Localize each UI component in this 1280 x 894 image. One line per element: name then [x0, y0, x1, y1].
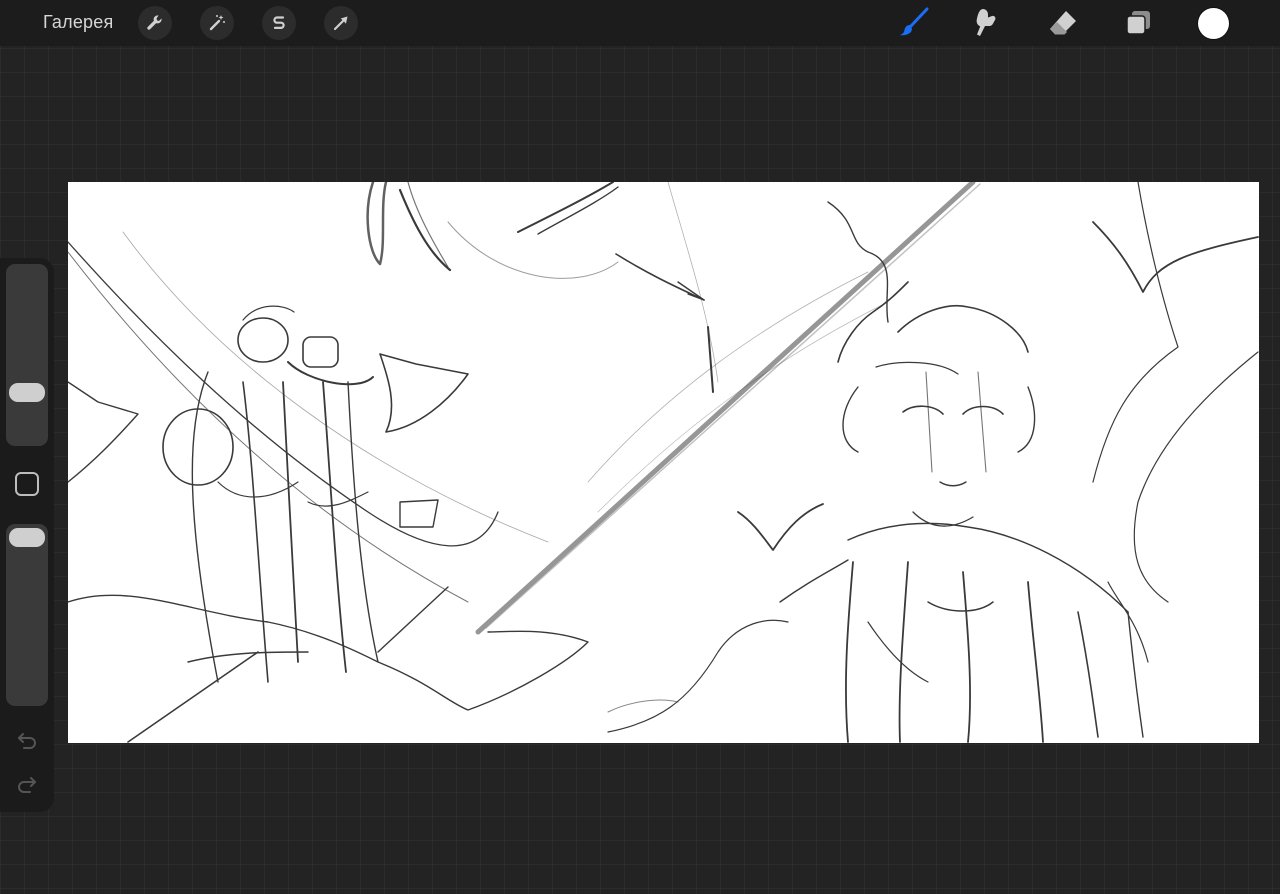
- redo-button[interactable]: [13, 770, 41, 798]
- brush-opacity-thumb[interactable]: [9, 528, 45, 547]
- selection-s-icon: [273, 16, 285, 29]
- arrow-cursor-icon: [333, 16, 348, 31]
- sketch-artwork: [68, 182, 1259, 743]
- adjustments-button[interactable]: [200, 6, 234, 40]
- modify-button[interactable]: [15, 472, 39, 496]
- actions-button[interactable]: [138, 6, 172, 40]
- redo-icon: [18, 777, 36, 793]
- gallery-button[interactable]: Галерея: [43, 12, 113, 33]
- color-picker-button[interactable]: [1198, 8, 1229, 39]
- smudge-icon: [976, 9, 996, 36]
- wrench-icon: [147, 15, 162, 30]
- undo-icon: [18, 733, 36, 749]
- brush-opacity-slider[interactable]: [6, 524, 48, 706]
- magic-wand-icon: [209, 15, 225, 31]
- top-toolbar: Галерея: [0, 0, 1280, 46]
- eraser-icon: [1050, 11, 1076, 35]
- layers-icon: [1126, 11, 1150, 35]
- smudge-tool-button[interactable]: [969, 5, 1005, 41]
- brush-tool-button[interactable]: [895, 5, 931, 41]
- brush-size-slider[interactable]: [6, 264, 48, 446]
- transform-button[interactable]: [324, 6, 358, 40]
- selection-button[interactable]: [262, 6, 296, 40]
- brush-icon: [900, 7, 929, 36]
- undo-button[interactable]: [13, 726, 41, 754]
- eraser-tool-button[interactable]: [1045, 5, 1081, 41]
- sidebar: [0, 258, 54, 812]
- brush-size-thumb[interactable]: [9, 382, 45, 402]
- drawing-canvas[interactable]: [68, 182, 1259, 743]
- layers-button[interactable]: [1120, 5, 1156, 41]
